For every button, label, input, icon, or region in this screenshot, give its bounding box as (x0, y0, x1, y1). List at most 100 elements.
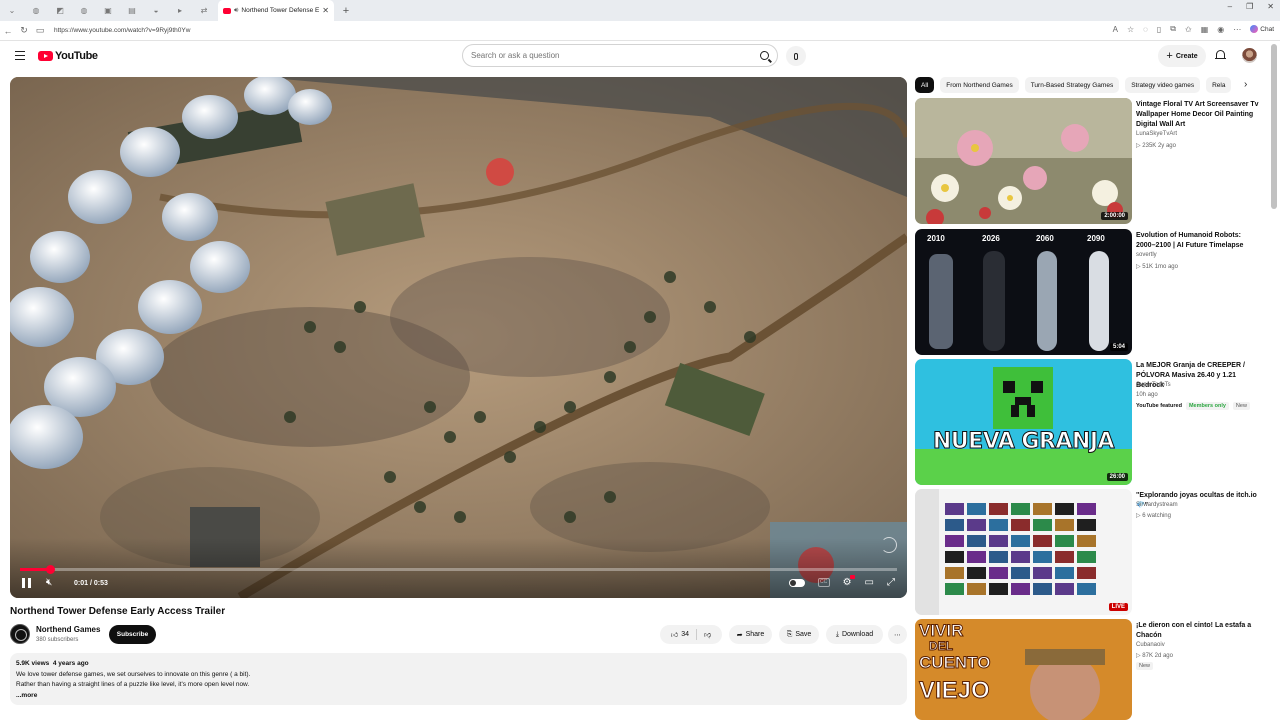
progress-bar[interactable] (20, 565, 897, 574)
chip-from-channel[interactable]: From Northend Games (940, 77, 1019, 93)
game-tile (989, 567, 1008, 579)
subtitles-icon[interactable]: CC (817, 578, 830, 587)
video-player[interactable]: 🔇︎ 0:01 / 0:53 CC ⚙︎ ▭ ⤢ (10, 77, 907, 598)
page-scrollbar[interactable] (1271, 44, 1277, 209)
chip-strategy[interactable]: Strategy video games (1125, 77, 1201, 93)
chevron-right-icon[interactable]: › (1244, 79, 1247, 90)
recommended-video[interactable]: NUEVA GRANJA 26:00 La MEJOR Granja de CR… (915, 359, 1260, 485)
pinned-tab[interactable]: ⇄ (192, 0, 216, 21)
copilot-chat-button[interactable]: Chat (1250, 25, 1274, 33)
share-button[interactable]: ➦ Share (729, 625, 772, 644)
show-more-link[interactable]: ...more (16, 691, 901, 702)
fullscreen-icon[interactable]: ⤢ (887, 577, 895, 588)
read-aloud-icon[interactable]: A (1113, 25, 1118, 34)
settings-more-icon[interactable]: ⋯ (1233, 25, 1241, 34)
create-button[interactable]: + Create (1158, 45, 1206, 67)
rec-title[interactable]: "Explorando joyas ocultas de itch.io 💎" (1136, 491, 1260, 511)
restore-icon[interactable]: ❐ (1246, 2, 1253, 11)
rec-channel[interactable]: sovertly (1136, 252, 1157, 258)
channel-name[interactable]: Northend Games (36, 625, 100, 634)
active-tab[interactable]: 🔊︎ Northend Tower Defense Early Access T… (218, 0, 334, 21)
video-thumbnail[interactable]: VIVIR DEL CUENTO VIEJO (915, 619, 1132, 720)
game-tile (989, 503, 1008, 515)
rec-title[interactable]: Vintage Floral TV Art Screensaver Tv Wal… (1136, 100, 1260, 130)
pause-button[interactable] (22, 577, 32, 589)
thumbnail-text: NUEVA GRANJA (932, 429, 1115, 455)
download-button[interactable]: ⤓ Download (826, 625, 883, 644)
url-field[interactable]: https://www.youtube.com/watch?v=9Ryj9th0… (54, 27, 190, 34)
pinned-tab[interactable]: ◍ (24, 0, 48, 21)
description-box[interactable]: 5.9K views 4 years ago We love tower def… (10, 653, 907, 705)
video-thumbnail[interactable]: 2010 2026 2060 2090 5:04 (915, 229, 1132, 355)
recommended-video[interactable]: 2:00:00 Vintage Floral TV Art Screensave… (915, 98, 1260, 224)
rec-channel[interactable]: SuperTacoTs (1136, 382, 1171, 388)
split-screen-icon[interactable]: ▯ (1157, 25, 1161, 34)
notifications-bell-icon[interactable] (1215, 50, 1226, 61)
profile-icon[interactable]: ◉ (1217, 25, 1224, 34)
featured-badge: YouTube featured (1136, 403, 1182, 409)
rec-title[interactable]: Evolution of Humanoid Robots: 2000–2100 … (1136, 231, 1260, 251)
like-count[interactable]: 34 (681, 631, 689, 638)
subscribe-button[interactable]: Subscribe (109, 625, 156, 644)
chip-turn-based[interactable]: Turn-Based Strategy Games (1024, 77, 1120, 93)
pinned-tab[interactable]: ◍ (72, 0, 96, 21)
rec-title[interactable]: ¡Le dieron con el cinto! La estafa a Cha… (1136, 621, 1260, 641)
favorites-icon[interactable]: ✩ (1185, 25, 1192, 34)
game-tile (945, 551, 964, 563)
video-thumbnail[interactable]: 2:00:00 (915, 98, 1132, 224)
pinned-tab[interactable]: ◩ (48, 0, 72, 21)
youtube-header: YouTube + Create (0, 41, 1270, 71)
close-tab-icon[interactable]: ✕ (322, 6, 329, 15)
like-icon[interactable]: 👍︎ (671, 630, 678, 639)
search-button[interactable] (751, 45, 777, 66)
autoplay-toggle[interactable] (788, 578, 805, 587)
audio-playing-icon[interactable]: 🔊︎ (234, 7, 238, 15)
new-tab-button[interactable]: + (338, 5, 354, 17)
channel-avatar[interactable] (10, 624, 30, 644)
rec-channel[interactable]: Cubanaoiv (1136, 642, 1165, 648)
channel-watermark-icon[interactable] (881, 537, 897, 553)
pinned-tab[interactable]: ▸ (168, 0, 192, 21)
rec-channel[interactable]: Sirwardystream (1136, 502, 1178, 508)
recommended-video[interactable]: 2010 2026 2060 2090 5:04 Evolution of Hu… (915, 229, 1260, 355)
search-input[interactable] (471, 51, 751, 60)
tab-actions-icon[interactable]: ⌄ (0, 0, 24, 21)
recommended-video[interactable]: LIVE "Explorando joyas ocultas de itch.i… (915, 489, 1260, 615)
live-badge: LIVE (1108, 603, 1128, 611)
copilot-icon (1250, 25, 1259, 33)
miniplayer-icon[interactable]: ▭ (865, 577, 874, 588)
back-icon[interactable]: ← (0, 26, 16, 36)
settings-gear-icon[interactable]: ⚙︎ (843, 575, 855, 588)
extensions-puzzle-icon[interactable]: ⧉ (1170, 24, 1176, 34)
year-label: 2026 (982, 234, 1000, 243)
close-window-icon[interactable]: ✕ (1267, 2, 1274, 11)
pinned-tab[interactable]: ▣ (96, 0, 120, 21)
save-button[interactable]: ⎘ Save (779, 625, 819, 644)
extension-icon[interactable]: ◌ (1143, 25, 1148, 34)
mute-icon[interactable]: 🔇︎ (46, 577, 52, 588)
collections-icon[interactable]: ▦ (1201, 25, 1209, 34)
favorite-star-icon[interactable]: ☆ (1127, 25, 1134, 34)
pinned-tab[interactable]: ◒ (144, 0, 168, 21)
chip-related[interactable]: Rela (1206, 77, 1232, 93)
rec-channel[interactable]: LunaSkyeTvArt (1136, 131, 1177, 137)
video-thumbnail[interactable]: LIVE (915, 489, 1132, 615)
menu-icon[interactable] (15, 51, 25, 63)
floral-thumbnail-art (915, 98, 1132, 224)
site-info-icon[interactable]: ▭ (32, 25, 48, 36)
pinned-tab[interactable]: ▤ (120, 0, 144, 21)
dislike-icon[interactable]: 👎︎ (704, 630, 711, 639)
video-thumbnail[interactable]: NUEVA GRANJA 26:00 (915, 359, 1132, 485)
voice-search-button[interactable] (786, 46, 806, 66)
more-actions-icon[interactable]: ⋯ (888, 625, 907, 644)
minimize-icon[interactable]: – (1228, 2, 1232, 11)
rec-meta: ▷ 235K 2y ago (1136, 143, 1176, 149)
recommended-video[interactable]: VIVIR DEL CUENTO VIEJO ¡Le dieron con el… (915, 619, 1260, 720)
youtube-logo[interactable]: YouTube (38, 50, 98, 62)
reload-icon[interactable]: ↻ (16, 25, 32, 36)
chip-all[interactable]: All (915, 77, 935, 93)
minecraft-thumbnail-art (915, 359, 1132, 485)
like-dislike-group: 👍︎ 34 👎︎ (660, 625, 722, 644)
new-badge: New (1232, 402, 1250, 410)
account-avatar[interactable] (1242, 48, 1257, 63)
